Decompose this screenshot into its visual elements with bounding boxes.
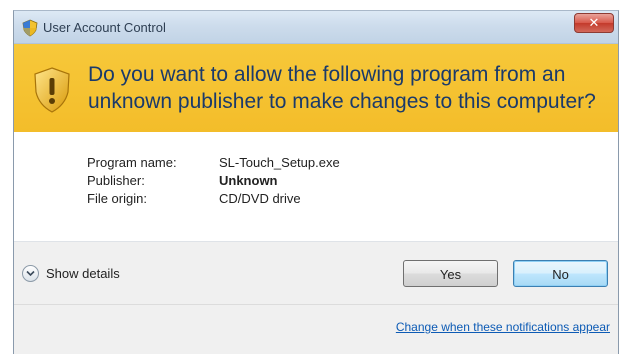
- publisher-row: Publisher: Unknown: [87, 172, 340, 190]
- program-details: Program name: SL-Touch_Setup.exe Publishe…: [87, 154, 340, 208]
- uac-shield-icon: [22, 19, 38, 37]
- footer-divider: [14, 304, 618, 305]
- warning-banner: Do you want to allow the following progr…: [14, 44, 618, 132]
- show-details-toggle[interactable]: Show details: [22, 262, 120, 284]
- program-name-row: Program name: SL-Touch_Setup.exe: [87, 154, 340, 172]
- program-name-value: SL-Touch_Setup.exe: [219, 155, 340, 170]
- title-bar: User Account Control ✕: [14, 11, 618, 44]
- program-name-label: Program name:: [87, 155, 177, 170]
- no-button[interactable]: No: [513, 260, 608, 287]
- window-title: User Account Control: [43, 20, 166, 35]
- publisher-value: Unknown: [219, 173, 278, 188]
- prompt-line-2: unknown publisher to make changes to thi…: [88, 90, 596, 113]
- file-origin-row: File origin: CD/DVD drive: [87, 190, 340, 208]
- file-origin-value: CD/DVD drive: [219, 191, 301, 206]
- yes-button[interactable]: Yes: [403, 260, 498, 287]
- publisher-label: Publisher:: [87, 173, 145, 188]
- chevron-down-icon[interactable]: [22, 264, 39, 282]
- warning-shield-icon: [34, 67, 70, 113]
- uac-dialog: User Account Control ✕ Do you want to al…: [13, 10, 619, 354]
- dialog-footer: Show details Yes No Change when these no…: [14, 242, 618, 354]
- file-origin-label: File origin:: [87, 191, 147, 206]
- notification-settings-link[interactable]: Change when these notifications appear: [396, 320, 610, 334]
- prompt-line-1: Do you want to allow the following progr…: [88, 63, 566, 86]
- prompt-question: Do you want to allow the following progr…: [88, 61, 608, 115]
- show-details-label[interactable]: Show details: [46, 266, 120, 281]
- close-button[interactable]: ✕: [574, 13, 614, 33]
